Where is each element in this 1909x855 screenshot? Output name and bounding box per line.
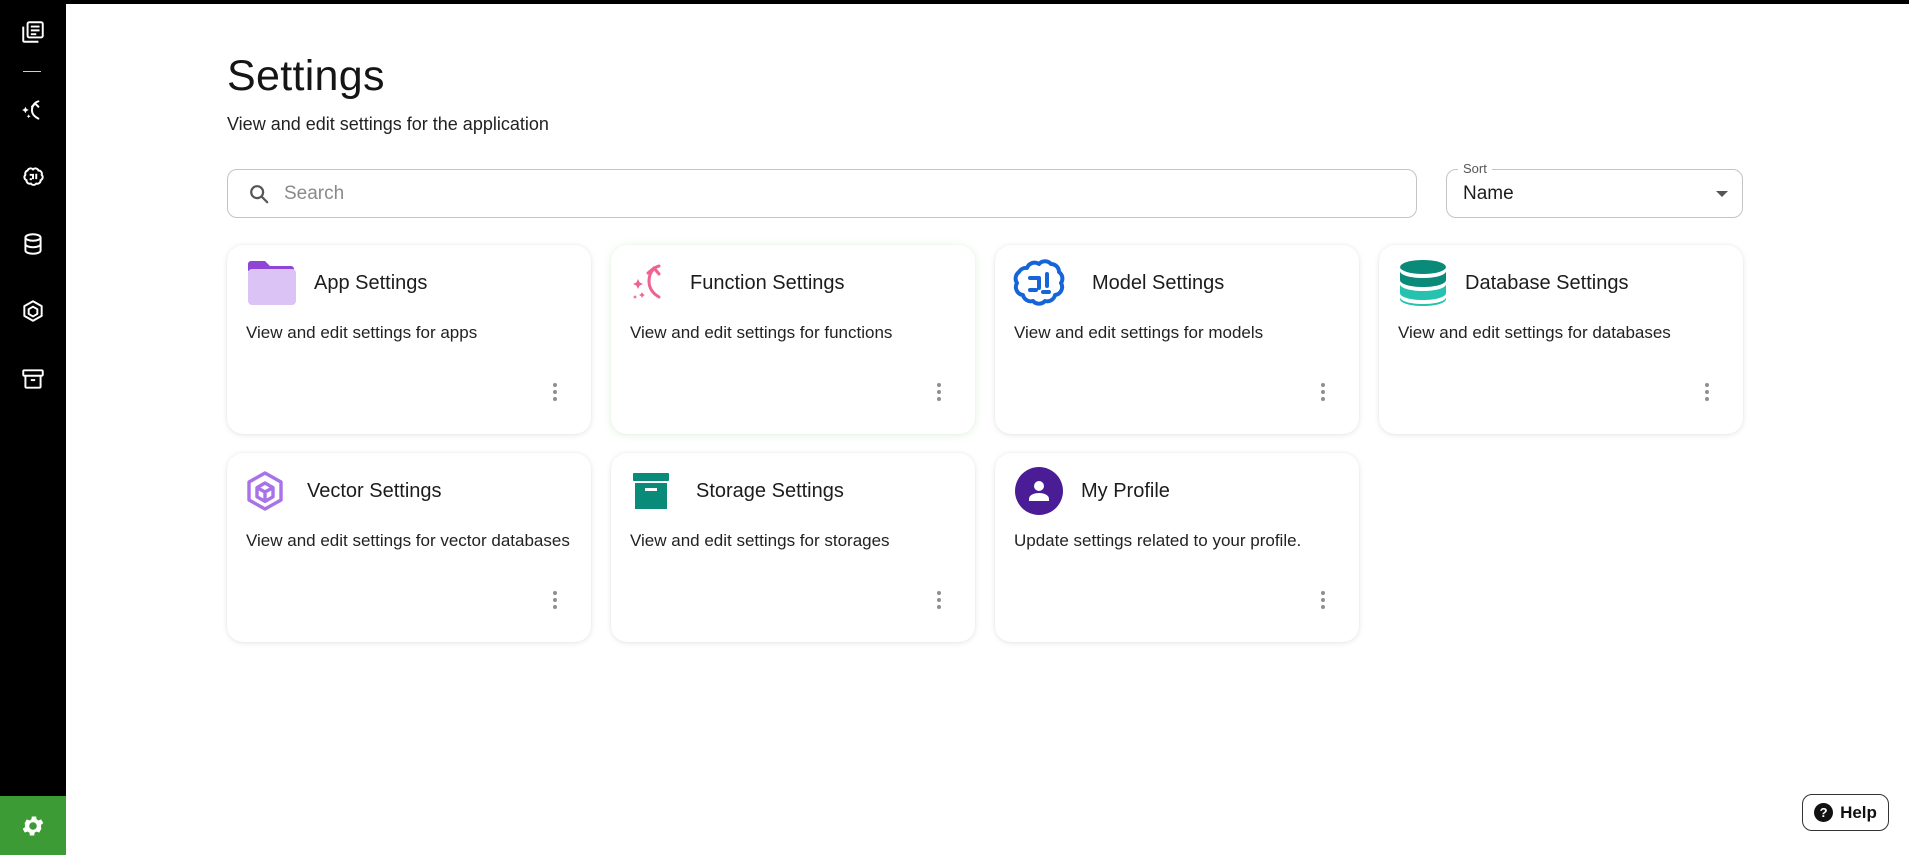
database-icon bbox=[1397, 259, 1449, 307]
database-icon bbox=[24, 233, 42, 255]
sidebar-item-library[interactable] bbox=[13, 12, 53, 52]
sort-select[interactable]: Sort Name bbox=[1446, 161, 1743, 218]
card-model-settings[interactable]: Model Settings View and edit settings fo… bbox=[995, 245, 1359, 434]
card-vector-settings[interactable]: Vector Settings View and edit settings f… bbox=[227, 453, 591, 642]
card-function-settings[interactable]: Function Settings View and edit settings… bbox=[611, 245, 975, 434]
sidebar-item-settings[interactable] bbox=[0, 796, 66, 855]
card-title: Model Settings bbox=[1092, 272, 1225, 294]
sidebar-item-vectors[interactable] bbox=[13, 291, 53, 331]
card-description: View and edit settings for vector databa… bbox=[246, 531, 570, 550]
sort-value: Name bbox=[1463, 183, 1514, 204]
sort-label: Sort bbox=[1458, 161, 1492, 176]
card-title: Database Settings bbox=[1465, 272, 1629, 294]
sidebar-divider bbox=[23, 71, 41, 72]
search-bar bbox=[227, 169, 1417, 218]
sidebar-item-databases[interactable] bbox=[13, 224, 53, 264]
search-input[interactable] bbox=[284, 182, 1384, 205]
card-title: App Settings bbox=[314, 272, 428, 294]
card-database-settings[interactable]: Database Settings View and edit settings… bbox=[1379, 245, 1743, 434]
sidebar-item-models[interactable] bbox=[13, 157, 53, 197]
card-title: Vector Settings bbox=[307, 480, 442, 502]
card-title: Storage Settings bbox=[696, 480, 844, 502]
more-options-icon[interactable] bbox=[1315, 588, 1331, 612]
card-description: View and edit settings for models bbox=[1014, 323, 1264, 342]
library-icon bbox=[22, 21, 44, 43]
card-description: View and edit settings for apps bbox=[246, 323, 478, 342]
more-options-icon[interactable] bbox=[547, 380, 563, 404]
more-options-icon[interactable] bbox=[1699, 380, 1715, 404]
chevron-down-icon bbox=[1716, 191, 1728, 197]
vector-icon bbox=[23, 300, 43, 322]
card-description: View and edit settings for functions bbox=[630, 323, 893, 342]
card-title: My Profile bbox=[1081, 480, 1170, 502]
help-icon: ? bbox=[1814, 803, 1834, 822]
storage-icon bbox=[629, 467, 673, 515]
profile-icon bbox=[1013, 467, 1065, 515]
help-label: Help bbox=[1840, 802, 1877, 822]
card-app-settings[interactable]: App Settings View and edit settings for … bbox=[227, 245, 591, 434]
sidebar bbox=[0, 0, 66, 855]
brain-icon bbox=[1013, 259, 1065, 307]
sidebar-item-storage[interactable] bbox=[13, 359, 53, 399]
top-bar bbox=[0, 0, 1909, 4]
brain-icon bbox=[23, 167, 44, 186]
more-options-icon[interactable] bbox=[547, 588, 563, 612]
more-options-icon[interactable] bbox=[1315, 380, 1331, 404]
card-description: Update settings related to your profile. bbox=[1014, 531, 1302, 550]
card-my-profile[interactable]: My Profile Update settings related to yo… bbox=[995, 453, 1359, 642]
page-title: Settings bbox=[227, 52, 385, 100]
card-description: View and edit settings for databases bbox=[1398, 323, 1671, 342]
more-options-icon[interactable] bbox=[931, 588, 947, 612]
vector-icon bbox=[245, 467, 285, 515]
more-options-icon[interactable] bbox=[931, 380, 947, 404]
storage-icon bbox=[22, 369, 44, 389]
function-icon bbox=[629, 259, 669, 307]
card-storage-settings[interactable]: Storage Settings View and edit settings … bbox=[611, 453, 975, 642]
help-button[interactable]: ? Help bbox=[1802, 794, 1889, 831]
page-subtitle: View and edit settings for the applicati… bbox=[227, 114, 549, 134]
gear-icon bbox=[22, 815, 44, 836]
card-description: View and edit settings for storages bbox=[630, 531, 890, 550]
function-icon bbox=[22, 100, 40, 120]
folder-icon bbox=[245, 259, 297, 307]
search-icon bbox=[250, 184, 269, 203]
sidebar-item-functions[interactable] bbox=[13, 90, 53, 130]
card-title: Function Settings bbox=[690, 272, 845, 294]
